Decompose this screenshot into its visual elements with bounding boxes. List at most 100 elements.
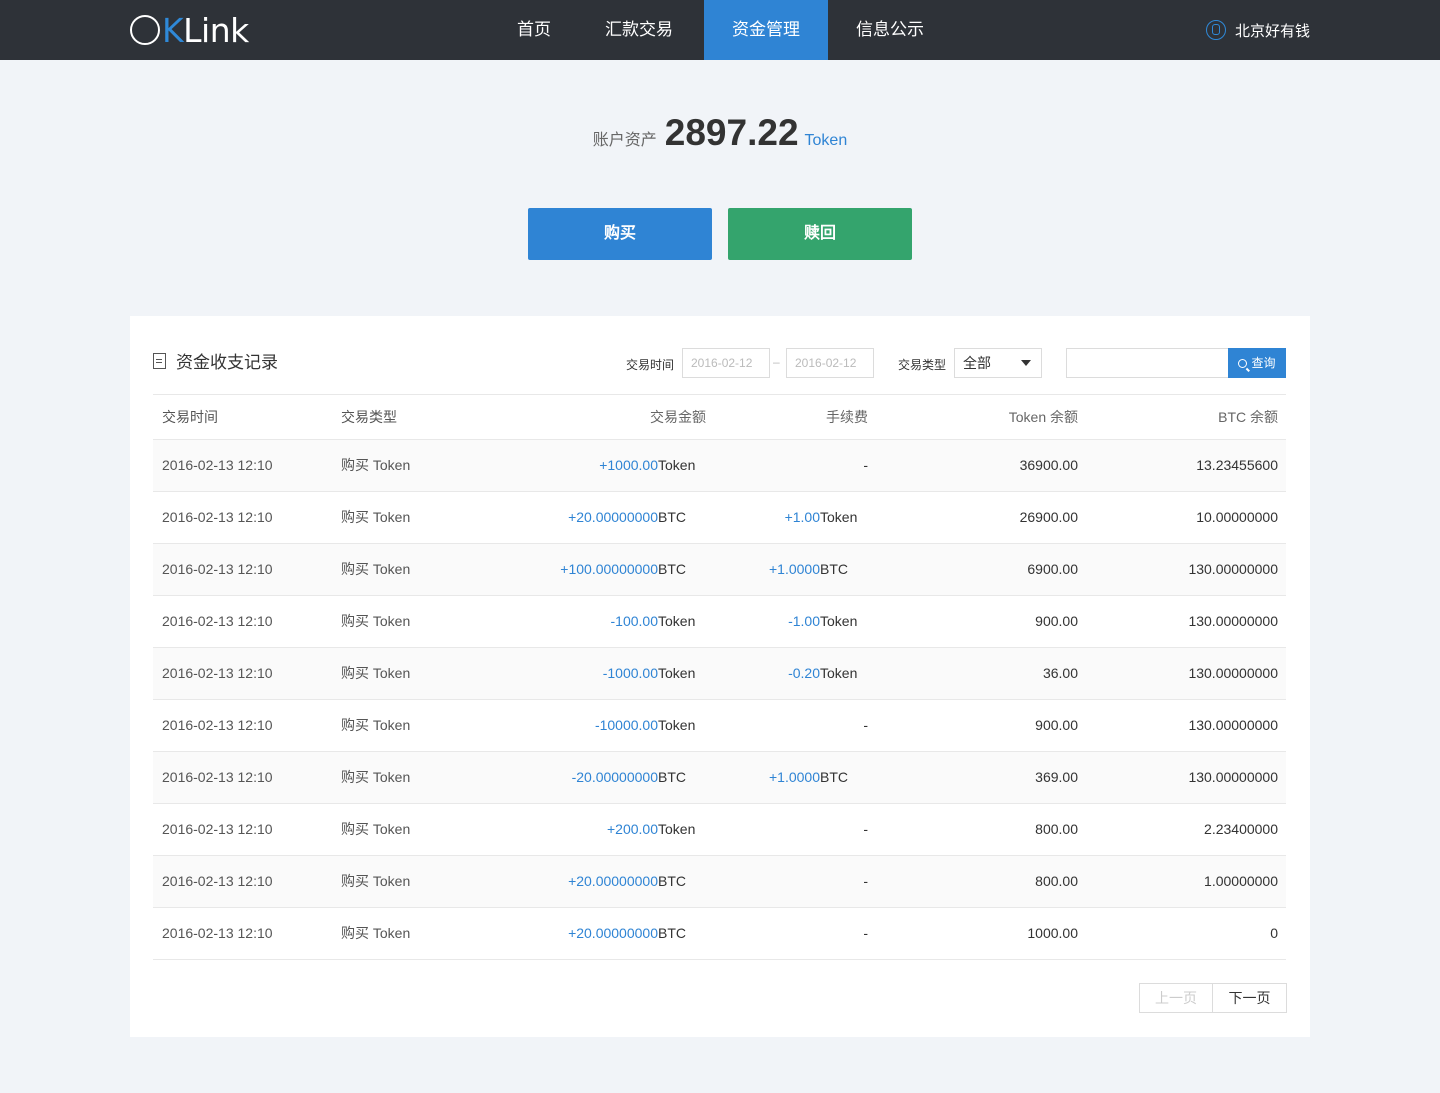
- table-row: 2016-02-13 12:10 购买 Token -1000.00Token -0.…: [153, 647, 1286, 700]
- cell-amount: -10000.00Token: [521, 699, 706, 752]
- cell-fee: +1.0000BTC: [706, 543, 878, 596]
- cell-token-balance: 6900.00: [878, 543, 1078, 596]
- account-balance: 账户资产 2897.22 Token: [0, 112, 1440, 154]
- cell-fee: -: [706, 803, 878, 856]
- user-menu[interactable]: 北京好有钱: [1205, 0, 1310, 60]
- user-name: 北京好有钱: [1234, 22, 1310, 40]
- cell-amount: +100.00000000BTC: [521, 543, 706, 596]
- cell-amount: +20.00000000BTC: [521, 491, 706, 544]
- cell-btc-balance: 1.00000000: [1078, 855, 1286, 908]
- cell-token-balance: 36.00: [878, 647, 1078, 700]
- cell-amount: -20.00000000BTC: [521, 751, 706, 804]
- cell-token-balance: 800.00: [878, 855, 1078, 908]
- nav-info-disclosure[interactable]: 信息公示: [828, 0, 952, 60]
- nav-fund-management[interactable]: 资金管理: [704, 0, 828, 60]
- table-row: 2016-02-13 12:10 购买 Token -100.00Token -1.0…: [153, 595, 1286, 648]
- date-separator: –: [773, 355, 780, 369]
- table-row: 2016-02-13 12:10 购买 Token -20.00000000BTC +…: [153, 751, 1286, 804]
- cell-type: 购买 Token: [341, 595, 521, 648]
- oklink-logo[interactable]: K Link: [130, 10, 249, 50]
- cell-token-balance: 800.00: [878, 803, 1078, 856]
- cell-time: 2016-02-13 12:10: [153, 543, 341, 596]
- cell-type: 购买 Token: [341, 543, 521, 596]
- cell-btc-balance: 10.00000000: [1078, 491, 1286, 544]
- query-button[interactable]: 查询: [1228, 348, 1286, 378]
- cell-amount: +1000.00Token: [521, 439, 706, 492]
- main-nav: 首页 汇款交易 资金管理 信息公示: [494, 0, 952, 60]
- nav-remittance[interactable]: 汇款交易: [574, 0, 704, 60]
- cell-fee: +1.00Token: [706, 491, 878, 544]
- cell-amount: +20.00000000BTC: [521, 907, 706, 960]
- balance-amount: 2897.22: [664, 112, 799, 153]
- next-page-button[interactable]: 下一页: [1213, 983, 1287, 1013]
- cell-amount: +20.00000000BTC: [521, 855, 706, 908]
- cell-fee: -: [706, 907, 878, 960]
- cell-token-balance: 1000.00: [878, 907, 1078, 960]
- balance-unit: Token: [804, 132, 848, 149]
- type-select[interactable]: 全部: [954, 348, 1042, 378]
- cell-btc-balance: 2.23400000: [1078, 803, 1286, 856]
- cell-type: 购买 Token: [341, 907, 521, 960]
- col-token-balance: Token 余额: [878, 395, 1078, 440]
- cell-amount: -1000.00Token: [521, 647, 706, 700]
- cell-fee: -: [706, 855, 878, 908]
- cell-type: 购买 Token: [341, 699, 521, 752]
- col-btc-balance: BTC 余额: [1078, 395, 1286, 440]
- balance-label: 账户资产: [592, 132, 657, 149]
- cell-fee: -: [706, 699, 878, 752]
- prev-page-button[interactable]: 上一页: [1139, 983, 1213, 1013]
- cell-amount: -100.00Token: [521, 595, 706, 648]
- cell-time: 2016-02-13 12:10: [153, 855, 341, 908]
- table-header: 交易时间 交易类型 交易金额 手续费 Token 余额 BTC 余额: [153, 395, 1286, 440]
- date-to-input[interactable]: 2016-02-12: [786, 348, 874, 378]
- nav-home[interactable]: 首页: [494, 0, 574, 60]
- cell-btc-balance: 130.00000000: [1078, 595, 1286, 648]
- cell-time: 2016-02-13 12:10: [153, 439, 341, 492]
- pagination: 上一页 下一页: [1139, 983, 1287, 1013]
- cell-time: 2016-02-13 12:10: [153, 803, 341, 856]
- col-amount: 交易金额: [521, 395, 706, 440]
- cell-time: 2016-02-13 12:10: [153, 647, 341, 700]
- table-row: 2016-02-13 12:10 购买 Token +200.00Token -800…: [153, 803, 1286, 856]
- cell-fee: -: [706, 439, 878, 492]
- cell-time: 2016-02-13 12:10: [153, 491, 341, 544]
- date-from-input[interactable]: 2016-02-12: [682, 348, 770, 378]
- cell-type: 购买 Token: [341, 491, 521, 544]
- table-row: 2016-02-13 12:10 购买 Token +1000.00Token -36…: [153, 439, 1286, 492]
- col-type: 交易类型: [341, 395, 521, 440]
- cell-amount: +200.00Token: [521, 803, 706, 856]
- top-navbar: K Link 首页 汇款交易 资金管理 信息公示 北京好有钱: [0, 0, 1440, 60]
- cell-type: 购买 Token: [341, 855, 521, 908]
- search-icon: [1238, 359, 1248, 368]
- cell-token-balance: 26900.00: [878, 491, 1078, 544]
- time-filter-label: 交易时间: [626, 358, 675, 372]
- cell-token-balance: 900.00: [878, 699, 1078, 752]
- user-icon: [1205, 20, 1226, 40]
- cell-time: 2016-02-13 12:10: [153, 751, 341, 804]
- cell-time: 2016-02-13 12:10: [153, 595, 341, 648]
- cell-btc-balance: 130.00000000: [1078, 751, 1286, 804]
- col-fee: 手续费: [706, 395, 878, 440]
- cell-fee: -1.00Token: [706, 595, 878, 648]
- table-row: 2016-02-13 12:10 购买 Token +20.00000000BTC +…: [153, 491, 1286, 544]
- col-time: 交易时间: [153, 395, 341, 440]
- cell-btc-balance: 13.23455600: [1078, 439, 1286, 492]
- cell-type: 购买 Token: [341, 751, 521, 804]
- search-input[interactable]: [1066, 348, 1228, 378]
- redeem-button[interactable]: 赎回: [728, 208, 912, 260]
- fund-records-panel: 资金收支记录 交易时间 2016-02-12 – 2016-02-12 交易类型…: [130, 316, 1310, 1037]
- cell-type: 购买 Token: [341, 439, 521, 492]
- cell-btc-balance: 130.00000000: [1078, 543, 1286, 596]
- cell-btc-balance: 130.00000000: [1078, 699, 1286, 752]
- buy-button[interactable]: 购买: [528, 208, 712, 260]
- cell-token-balance: 369.00: [878, 751, 1078, 804]
- table-row: 2016-02-13 12:10 购买 Token +20.00000000BTC -…: [153, 855, 1286, 908]
- cell-token-balance: 900.00: [878, 595, 1078, 648]
- table-row: 2016-02-13 12:10 购买 Token -10000.00Token -9…: [153, 699, 1286, 752]
- cell-fee: +1.0000BTC: [706, 751, 878, 804]
- cell-fee: -0.20Token: [706, 647, 878, 700]
- cell-btc-balance: 0: [1078, 907, 1286, 960]
- table-row: 2016-02-13 12:10 购买 Token +100.00000000BTC…: [153, 543, 1286, 596]
- cell-btc-balance: 130.00000000: [1078, 647, 1286, 700]
- chevron-down-icon: [1021, 360, 1031, 366]
